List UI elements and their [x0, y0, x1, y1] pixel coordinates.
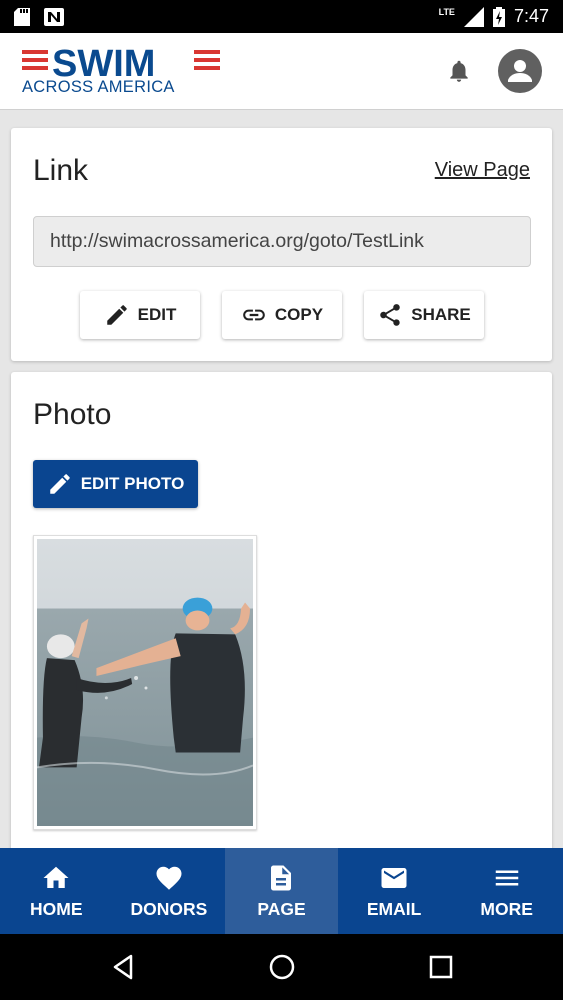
network-type: LTE	[438, 6, 455, 17]
nav-home[interactable]: HOME	[0, 848, 113, 934]
bell-icon[interactable]	[446, 57, 472, 85]
edit-button-label: EDIT	[137, 305, 177, 324]
pencil-icon	[106, 305, 127, 325]
edit-photo-button[interactable]: EDIT PHOTO	[33, 460, 198, 508]
nav-more[interactable]: MORE	[450, 848, 563, 934]
battery-charging-icon	[492, 6, 505, 27]
back-icon[interactable]	[109, 952, 139, 982]
status-bar: LTE 7:47	[0, 0, 563, 33]
home-circle-icon[interactable]	[267, 952, 297, 982]
swimmers-high-five-image	[37, 539, 253, 826]
share-button[interactable]: SHARE	[364, 291, 484, 339]
system-nav-bar	[0, 934, 563, 1000]
link-icon	[243, 309, 265, 321]
swimmer-photo[interactable]	[33, 535, 257, 830]
link-card-title: Link	[33, 154, 89, 187]
copy-button[interactable]: COPY	[222, 291, 342, 339]
sd-card-icon	[14, 7, 30, 26]
nav-donors[interactable]: DONORS	[113, 848, 226, 934]
edit-button[interactable]: EDIT	[80, 291, 200, 339]
menu-icon	[495, 870, 518, 885]
link-actions: EDIT COPY SHARE	[80, 291, 484, 339]
view-page-link[interactable]: View Page	[435, 159, 530, 182]
user-icon	[508, 60, 532, 82]
avatar[interactable]	[498, 49, 542, 93]
nav-page[interactable]: PAGE	[225, 848, 338, 934]
clock: 7:47	[513, 6, 549, 26]
nav-email-label: EMAIL	[366, 898, 422, 919]
swim-across-america-logo[interactable]: SWIM ACROSS AMERICA	[22, 45, 222, 96]
email-icon	[381, 867, 407, 888]
heart-icon	[156, 866, 182, 890]
signal-icon	[463, 6, 484, 27]
nav-home-label: HOME	[30, 898, 83, 919]
link-card: Link View Page http://swimacrossamerica.…	[11, 128, 552, 361]
recents-icon[interactable]	[426, 952, 456, 982]
link-url-field[interactable]: http://swimacrossamerica.org/goto/TestLi…	[33, 216, 531, 267]
photo-card-title: Photo	[33, 398, 112, 431]
logo-sub-text: ACROSS AMERICA	[22, 78, 175, 96]
bottom-nav: HOME DONORS PAGE EMAIL MORE	[0, 848, 563, 934]
nav-more-label: MORE	[480, 898, 533, 919]
copy-button-label: COPY	[274, 305, 324, 324]
n-notification-icon	[44, 7, 64, 26]
home-icon	[43, 866, 69, 888]
nav-donors-label: DONORS	[130, 898, 208, 919]
app-header: SWIM ACROSS AMERICA	[0, 33, 563, 110]
share-icon	[380, 304, 400, 326]
photo-card: Photo EDIT PHOTO	[11, 372, 552, 872]
pencil-icon	[49, 474, 70, 494]
nav-page-label: PAGE	[257, 898, 306, 919]
page-icon	[271, 865, 292, 890]
nav-email[interactable]: EMAIL	[338, 848, 451, 934]
edit-photo-label: EDIT PHOTO	[80, 474, 185, 493]
share-button-label: SHARE	[411, 305, 471, 324]
